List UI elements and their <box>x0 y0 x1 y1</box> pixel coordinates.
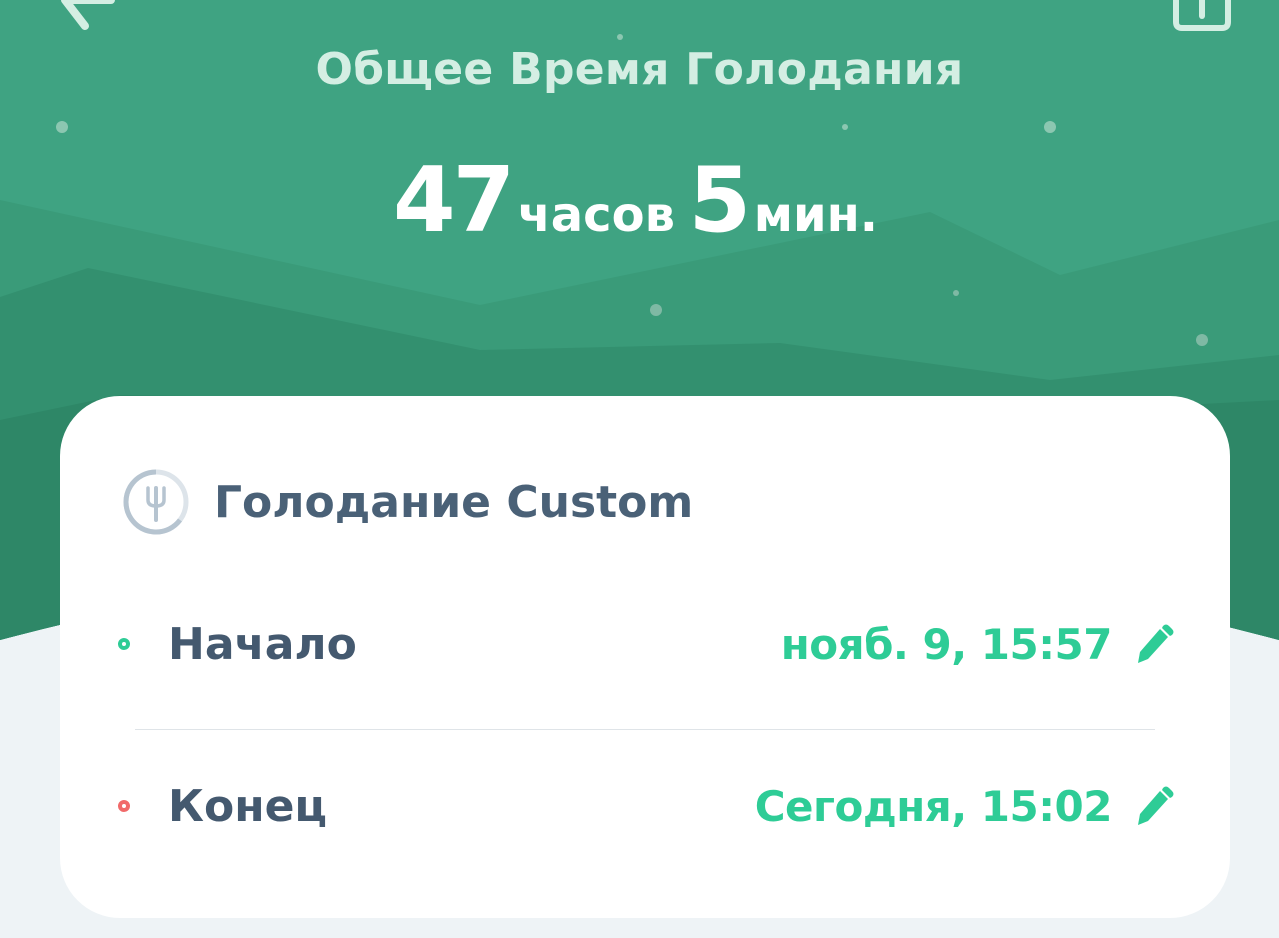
end-dot-icon <box>118 800 130 812</box>
total-fast-time-title: Общее Время Голодания <box>315 44 964 95</box>
edit-start-pencil-icon[interactable] <box>1136 623 1174 665</box>
edit-end-pencil-icon[interactable] <box>1136 785 1174 827</box>
minutes-unit: мин. <box>753 187 879 243</box>
hours-value: 47 <box>392 148 515 253</box>
end-time-value[interactable]: Сегодня, 15:02 <box>755 782 1113 831</box>
start-time-value[interactable]: нояб. 9, 15:57 <box>781 620 1113 669</box>
start-dot-icon <box>118 638 130 650</box>
hours-unit: часов <box>517 187 675 243</box>
fast-plan-title: Голодание Custom <box>214 476 694 528</box>
fork-icon <box>123 469 189 535</box>
share-icon[interactable] <box>1170 0 1234 32</box>
end-time-row: Конец Сегодня, 15:02 <box>118 776 1174 836</box>
minutes-value: 5 <box>688 148 752 253</box>
start-label: Начало <box>168 618 357 670</box>
fast-details-card: Голодание Custom Начало нояб. 9, 15:57 К… <box>60 396 1230 918</box>
fast-plan-row: Голодание Custom <box>122 468 693 536</box>
fast-summary-screen: Общее Время Голодания 47 часов 5 мин. Го… <box>0 0 1279 938</box>
total-fast-time-value: 47 часов 5 мин. <box>0 148 1279 253</box>
start-time-row: Начало нояб. 9, 15:57 <box>118 614 1174 674</box>
row-divider <box>135 729 1155 730</box>
end-label: Конец <box>168 780 328 832</box>
back-arrow-icon[interactable] <box>55 0 115 32</box>
